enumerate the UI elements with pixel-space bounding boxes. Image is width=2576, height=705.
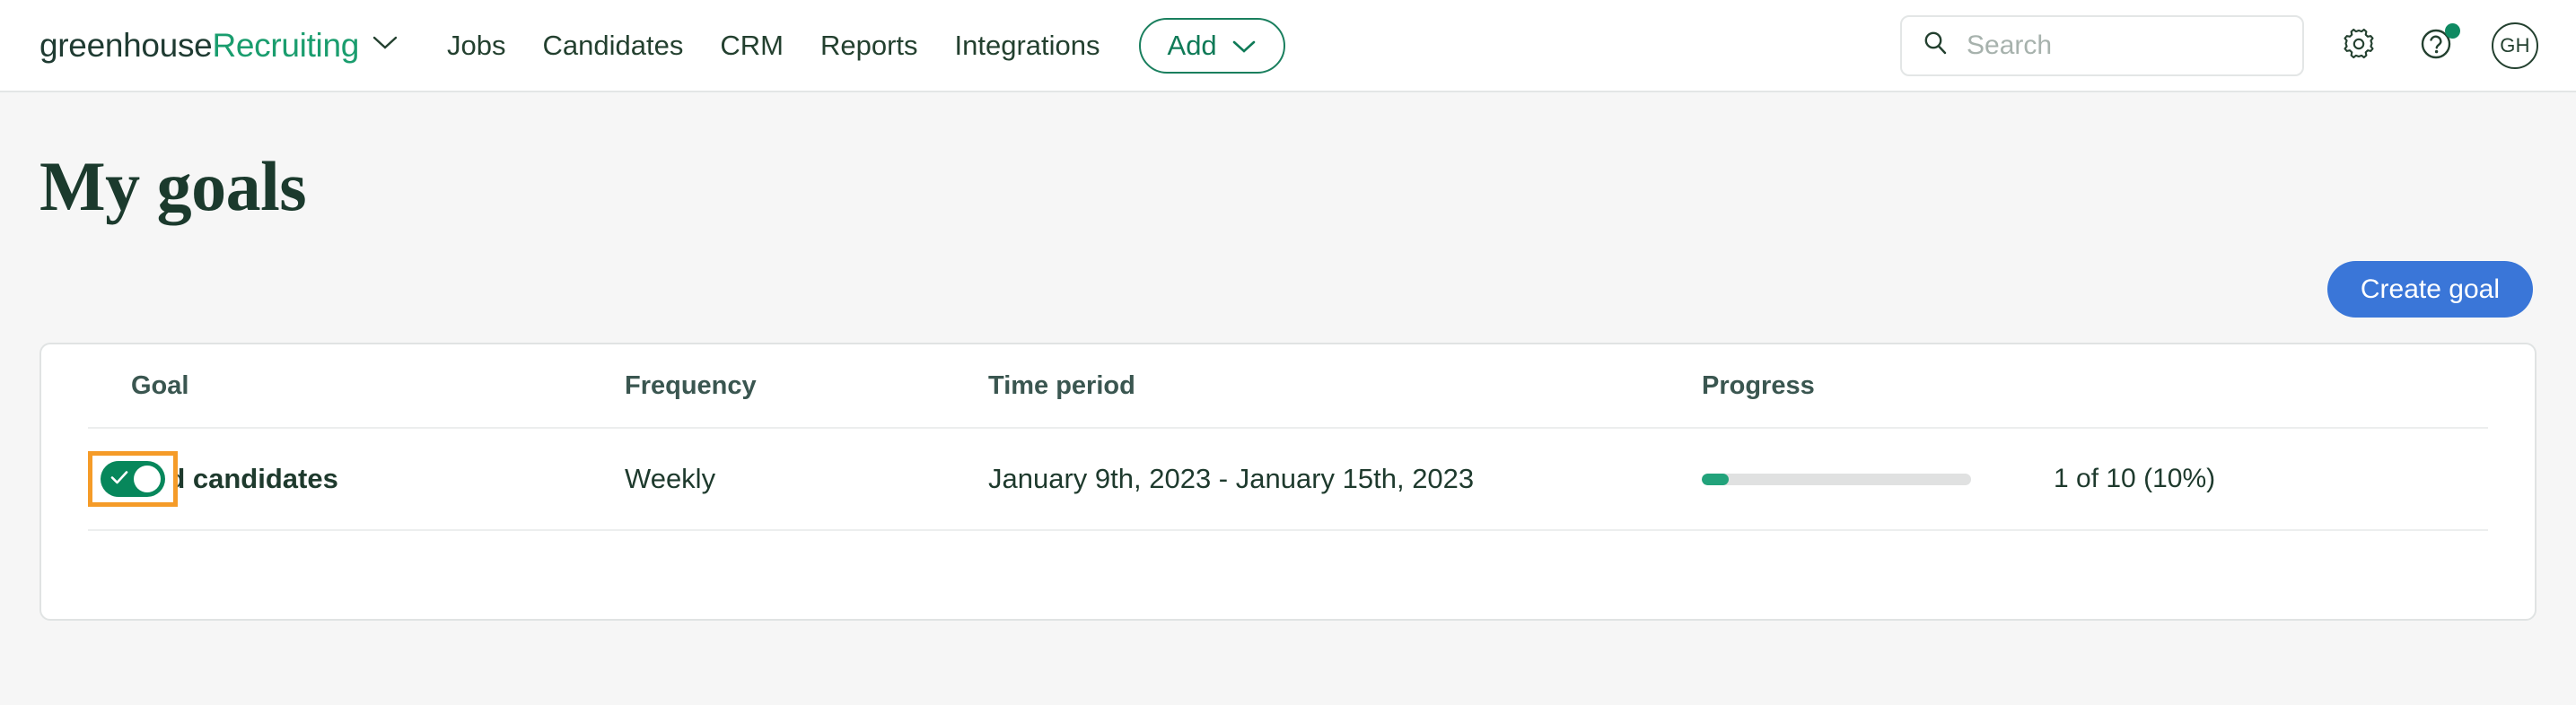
column-header-goal: Goal (131, 370, 189, 400)
brand-logo-text: greenhouseRecruiting (39, 27, 359, 65)
column-header-time-period: Time period (988, 370, 1135, 400)
nav-right-group: GH (1900, 14, 2538, 76)
brand-name-greenhouse: greenhouse (39, 26, 213, 64)
page-actions: Create goal (39, 261, 2537, 318)
avatar-initials: GH (2500, 33, 2530, 57)
help-button[interactable] (2414, 22, 2460, 69)
page-content: My goals Create goal Goal Frequency Time… (0, 92, 2576, 621)
chevron-down-icon (1231, 30, 1257, 62)
search-input[interactable] (1967, 30, 2282, 61)
add-button[interactable]: Add (1138, 17, 1285, 74)
progress-bar-fill (1702, 473, 1729, 485)
primary-nav-links: Jobs Candidates CRM Reports Integrations (447, 30, 1100, 62)
page-title: My goals (39, 147, 307, 225)
search-box[interactable] (1900, 14, 2304, 76)
top-navigation-bar: greenhouseRecruiting Jobs Candidates CRM… (0, 0, 2576, 92)
goal-toggle-switch[interactable] (88, 451, 178, 507)
goals-table: Goal Frequency Time period Progress Add … (41, 344, 2535, 531)
table-row: Add candidates Weekly January 9th, 2023 … (41, 429, 2535, 529)
table-divider-bottom (88, 529, 2488, 531)
brand-name-recruiting: Recruiting (212, 26, 360, 64)
table-header-row: Goal Frequency Time period Progress (41, 344, 2535, 427)
progress-label: 1 of 10 (10%) (2054, 464, 2216, 493)
check-icon (109, 466, 130, 492)
toggle-knob (134, 466, 161, 492)
cell-time-period: January 9th, 2023 - January 15th, 2023 (988, 463, 1475, 494)
gear-icon (2340, 25, 2378, 65)
nav-link-candidates[interactable]: Candidates (543, 30, 684, 62)
nav-link-jobs[interactable]: Jobs (447, 30, 505, 62)
progress-bar-track (1702, 473, 1971, 485)
brand-logo[interactable]: greenhouseRecruiting (39, 27, 399, 65)
nav-link-crm[interactable]: CRM (720, 30, 784, 62)
nav-link-integrations[interactable]: Integrations (955, 30, 1100, 62)
avatar[interactable]: GH (2492, 22, 2538, 69)
cell-frequency: Weekly (625, 463, 716, 494)
column-header-frequency: Frequency (625, 370, 757, 400)
create-goal-button[interactable]: Create goal (2326, 261, 2533, 318)
cell-progress: 1 of 10 (10%) (1702, 464, 2240, 494)
goals-card: Goal Frequency Time period Progress Add … (39, 343, 2537, 621)
chevron-down-icon[interactable] (372, 34, 399, 57)
add-button-label: Add (1167, 29, 1217, 61)
search-icon (1922, 30, 1949, 61)
nav-link-reports[interactable]: Reports (820, 30, 918, 62)
column-header-progress: Progress (1702, 370, 1815, 400)
notification-dot (2445, 22, 2460, 39)
settings-button[interactable] (2335, 22, 2382, 69)
cell-goal-name: Add candidates (131, 463, 338, 494)
toggle-track (101, 461, 165, 497)
